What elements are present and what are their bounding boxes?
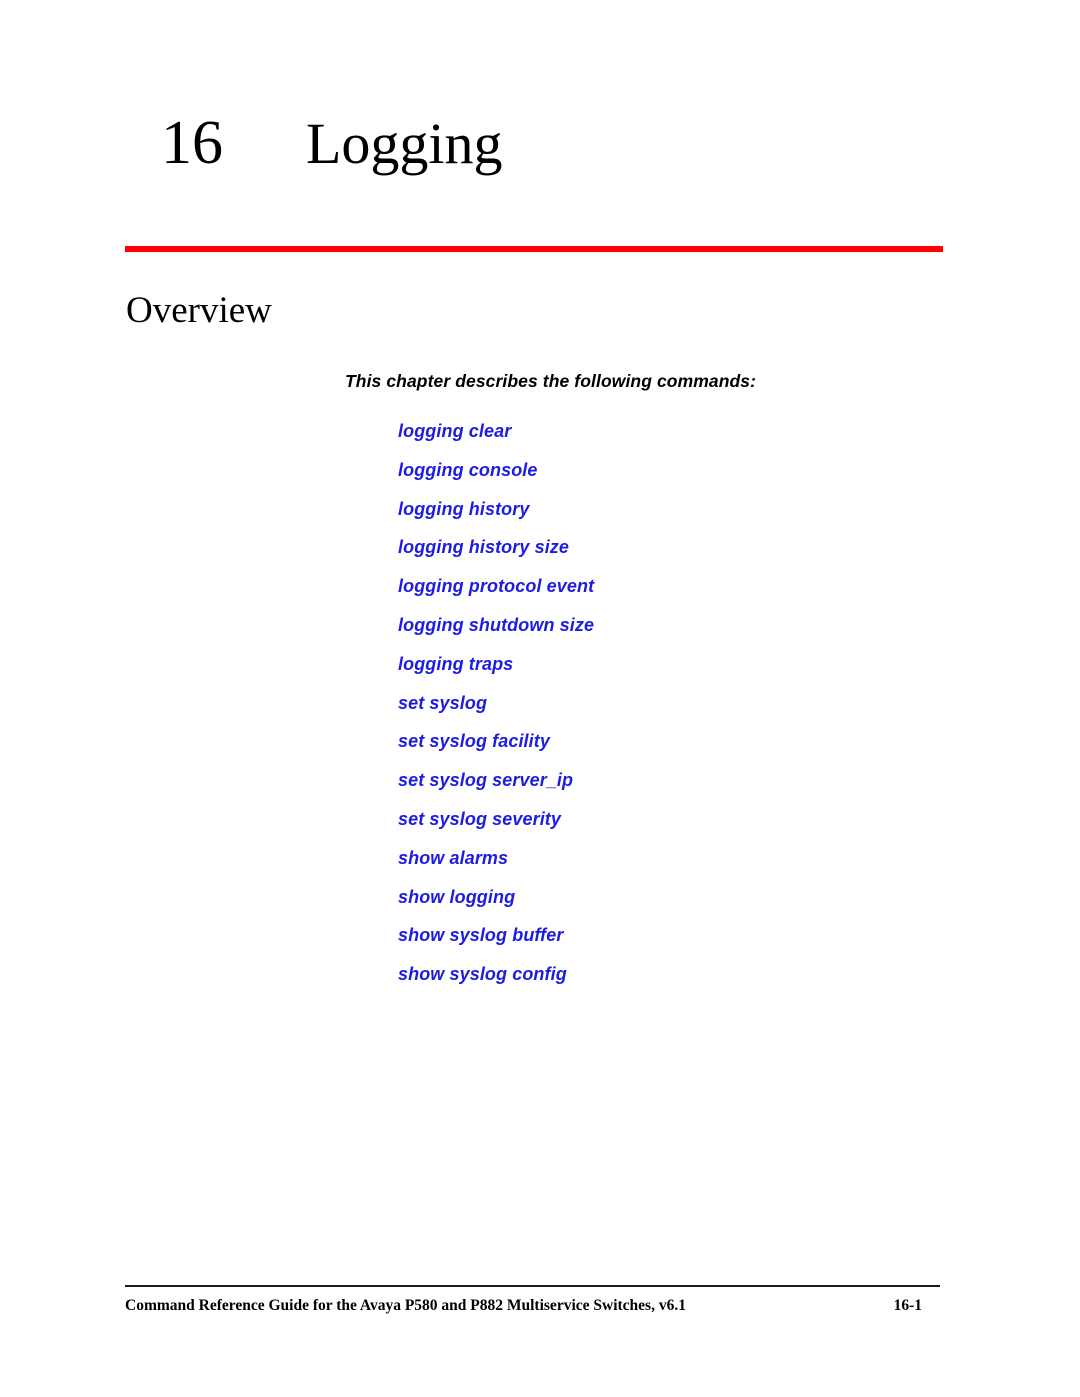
list-item: logging traps <box>398 654 938 693</box>
list-item: logging protocol event <box>398 576 938 615</box>
chapter-title: Logging <box>306 111 503 176</box>
list-item: set syslog <box>398 693 938 732</box>
list-item: show syslog buffer <box>398 925 938 964</box>
chapter-number: 16 <box>161 109 223 177</box>
command-link-logging-console[interactable]: logging console <box>398 460 538 480</box>
page-footer: Command Reference Guide for the Avaya P5… <box>125 1297 940 1315</box>
list-item: logging history <box>398 499 938 538</box>
command-link-show-alarms[interactable]: show alarms <box>398 848 508 868</box>
page: 16 Logging Overview This chapter describ… <box>0 0 1080 1397</box>
command-link-show-syslog-config[interactable]: show syslog config <box>398 964 567 984</box>
chapter-heading: 16 Logging <box>125 112 945 174</box>
list-item: logging history size <box>398 537 938 576</box>
red-divider-rule <box>125 246 943 252</box>
command-link-set-syslog-server-ip[interactable]: set syslog server_ip <box>398 770 573 790</box>
section-intro-text: This chapter describes the following com… <box>345 371 757 391</box>
command-link-show-logging[interactable]: show logging <box>398 887 515 907</box>
list-item: show alarms <box>398 848 938 887</box>
command-link-logging-protocol-event[interactable]: logging protocol event <box>398 576 594 596</box>
list-item: show syslog config <box>398 964 938 1003</box>
command-link-logging-history[interactable]: logging history <box>398 499 530 519</box>
footer-divider-rule <box>125 1285 940 1287</box>
list-item: logging shutdown size <box>398 615 938 654</box>
footer-page-number: 16-1 <box>893 1297 922 1314</box>
command-link-logging-clear[interactable]: logging clear <box>398 421 511 441</box>
list-item: set syslog server_ip <box>398 770 938 809</box>
footer-document-title: Command Reference Guide for the Avaya P5… <box>125 1297 686 1314</box>
list-item: set syslog severity <box>398 809 938 848</box>
command-link-set-syslog-facility[interactable]: set syslog facility <box>398 731 550 751</box>
command-link-logging-traps[interactable]: logging traps <box>398 654 513 674</box>
list-item: logging clear <box>398 421 938 460</box>
command-link-set-syslog[interactable]: set syslog <box>398 693 487 713</box>
list-item: show logging <box>398 887 938 926</box>
list-item: set syslog facility <box>398 731 938 770</box>
list-item: logging console <box>398 460 938 499</box>
command-link-list: logging clear logging console logging hi… <box>398 421 938 1003</box>
command-link-set-syslog-severity[interactable]: set syslog severity <box>398 809 561 829</box>
section-heading-overview: Overview <box>126 290 272 331</box>
command-link-logging-shutdown-size[interactable]: logging shutdown size <box>398 615 594 635</box>
command-link-logging-history-size[interactable]: logging history size <box>398 537 569 557</box>
command-link-show-syslog-buffer[interactable]: show syslog buffer <box>398 925 564 945</box>
